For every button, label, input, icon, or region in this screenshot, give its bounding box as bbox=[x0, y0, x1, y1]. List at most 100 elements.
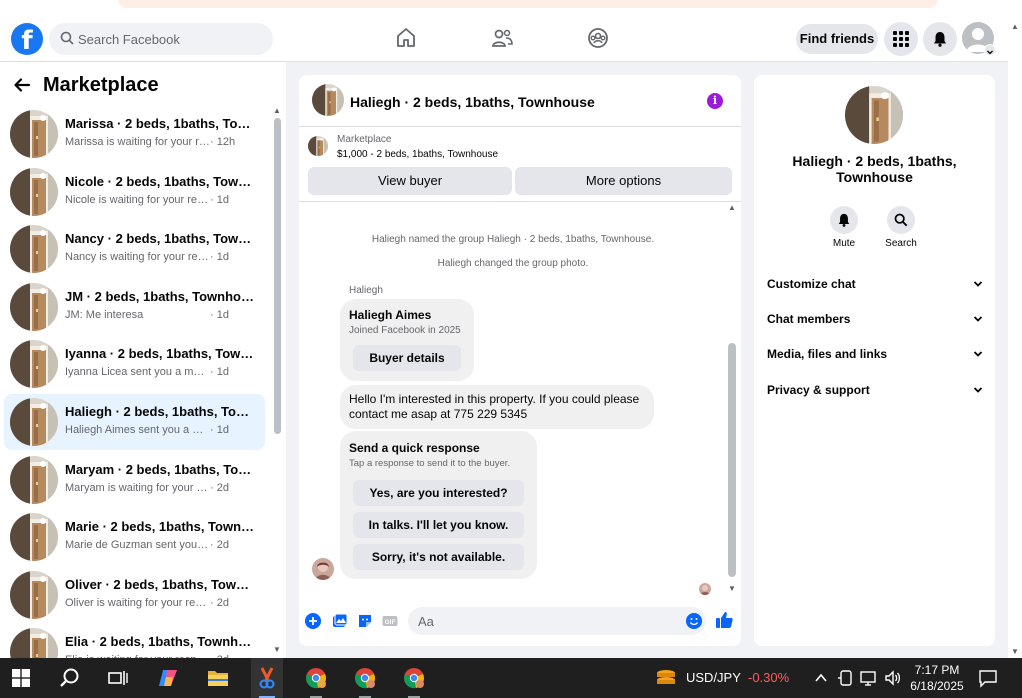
thumbs-up-icon[interactable] bbox=[714, 610, 734, 630]
mute-label: Mute bbox=[832, 238, 856, 249]
find-friends-button[interactable]: Find friends bbox=[796, 24, 878, 54]
view-buyer-button[interactable]: View buyer bbox=[308, 167, 512, 195]
listing-source-label: Marketplace bbox=[337, 134, 392, 145]
search-action[interactable]: Search bbox=[876, 206, 926, 249]
conversation-item[interactable]: JM · 2 beds, 1baths, Townhouse JM: Me int… bbox=[4, 279, 265, 335]
meet-now-icon[interactable] bbox=[838, 669, 854, 687]
listing-detail[interactable]: $1,000 - 2 beds, 1baths, Townhouse bbox=[337, 149, 498, 160]
copilot-button[interactable] bbox=[152, 658, 184, 698]
page-scrollbar[interactable]: ▲ ▼ bbox=[1008, 18, 1022, 658]
conversation-time: · 1d bbox=[210, 251, 229, 264]
conversation-title: Oliver · 2 beds, 1baths, Townho... bbox=[65, 576, 255, 592]
section-chat-members[interactable]: Chat members bbox=[767, 310, 983, 330]
thread-scroll-down[interactable]: ▼ bbox=[728, 584, 736, 593]
info-icon[interactable]: i bbox=[707, 93, 723, 109]
copilot-icon bbox=[159, 670, 177, 686]
taskbar-search-button[interactable] bbox=[54, 658, 86, 698]
notification-center-icon[interactable] bbox=[978, 668, 998, 688]
listing-thumbnail[interactable] bbox=[308, 136, 328, 156]
more-options-button[interactable]: More options bbox=[515, 167, 732, 195]
section-privacy-support[interactable]: Privacy & support bbox=[767, 381, 983, 401]
chevron-down-icon bbox=[987, 50, 993, 55]
section-label: Media, files and links bbox=[767, 347, 888, 361]
conversation-item[interactable]: Marissa · 2 beds, 1baths, Townh... Mariss… bbox=[4, 106, 265, 162]
conversation-item[interactable]: Nicole · 2 beds, 1baths, Townho... Nicole… bbox=[4, 164, 265, 220]
back-arrow-icon[interactable] bbox=[13, 76, 31, 94]
conversation-preview: Nancy is waiting for your response. bbox=[65, 251, 210, 264]
conversation-time: · 12h bbox=[210, 136, 236, 148]
message-input[interactable]: Aa bbox=[408, 607, 706, 635]
start-button[interactable] bbox=[8, 658, 38, 698]
system-clock[interactable]: 7:17 PM 6/18/2025 bbox=[904, 662, 970, 694]
search-icon bbox=[894, 213, 908, 227]
gif-icon[interactable]: GIF bbox=[382, 613, 398, 629]
facebook-logo[interactable]: f bbox=[11, 23, 43, 55]
conversation-preview: Marie de Guzman sent you a mess... bbox=[65, 539, 210, 552]
search-conversation-button[interactable] bbox=[887, 206, 915, 234]
menu-button[interactable] bbox=[884, 22, 918, 56]
section-customize-chat[interactable]: Customize chat bbox=[767, 275, 983, 295]
conversation-title: Nancy · 2 beds, 1baths, Townho... bbox=[65, 231, 255, 247]
conversation-item[interactable]: Marie · 2 beds, 1baths, Townhou... Marie … bbox=[4, 509, 265, 565]
conversation-item[interactable]: Haliegh · 2 beds, 1baths, Townh... Halieg… bbox=[4, 394, 265, 450]
market-widget[interactable] bbox=[652, 658, 682, 698]
network-icon[interactable] bbox=[860, 669, 878, 687]
conversation-item[interactable]: Nancy · 2 beds, 1baths, Townho... Nancy i… bbox=[4, 221, 265, 277]
notifications-button[interactable] bbox=[923, 22, 957, 56]
emoji-icon[interactable] bbox=[686, 613, 702, 629]
volume-icon[interactable] bbox=[884, 669, 902, 687]
thread-scroll-up[interactable]: ▲ bbox=[728, 203, 736, 212]
conversation-thumbnail bbox=[10, 340, 58, 389]
sidebar-scrollbar[interactable]: ▲ ▼ bbox=[273, 106, 282, 654]
task-view-button[interactable] bbox=[102, 658, 134, 698]
photo-icon[interactable] bbox=[332, 613, 348, 629]
thread-scrollbar[interactable]: ▲ ▼ bbox=[727, 203, 737, 593]
section-media-files-links[interactable]: Media, files and links bbox=[767, 345, 983, 365]
chevron-down-icon bbox=[973, 281, 983, 287]
ticker-change[interactable]: -0.30% bbox=[748, 670, 789, 685]
file-explorer-button[interactable] bbox=[202, 658, 234, 698]
conversation-thumbnail bbox=[10, 167, 58, 216]
chrome-button-3[interactable] bbox=[398, 658, 430, 698]
mute-button[interactable] bbox=[830, 206, 858, 234]
conversation-time: · 1d bbox=[210, 193, 229, 206]
sender-avatar[interactable] bbox=[312, 558, 334, 580]
sidebar-scroll-thumb[interactable] bbox=[274, 118, 281, 434]
buyer-details-button[interactable]: Buyer details bbox=[353, 345, 461, 371]
home-icon[interactable] bbox=[394, 26, 418, 50]
sticker-icon[interactable] bbox=[357, 613, 373, 629]
sidebar-scroll-up[interactable]: ▲ bbox=[273, 106, 281, 115]
quick-response-option[interactable]: In talks. I'll let you know. bbox=[353, 512, 524, 538]
account-chevron[interactable] bbox=[984, 44, 996, 56]
sender-name: Haliegh bbox=[349, 285, 383, 296]
plus-icon[interactable] bbox=[305, 613, 321, 629]
conversation-item[interactable]: Maryam · 2 beds, 1baths, Townh... Maryam … bbox=[4, 452, 265, 508]
details-listing-photo[interactable] bbox=[845, 86, 903, 144]
snipping-tool-button[interactable] bbox=[251, 658, 283, 698]
chat-title[interactable]: Haliegh · 2 beds, 1baths, Townhouse bbox=[350, 94, 595, 110]
mute-action[interactable]: Mute bbox=[819, 206, 869, 249]
chevron-down-icon bbox=[973, 387, 983, 393]
chevron-down-icon bbox=[973, 316, 983, 322]
quick-response-option[interactable]: Yes, are you interested? bbox=[353, 480, 524, 506]
groups-icon[interactable] bbox=[586, 26, 610, 50]
scroll-down-arrow[interactable]: ▼ bbox=[1011, 647, 1019, 656]
chrome-icon bbox=[404, 668, 424, 689]
sidebar-scroll-down[interactable]: ▼ bbox=[273, 645, 281, 654]
chat-listing-thumbnail[interactable] bbox=[312, 84, 344, 116]
friends-icon[interactable] bbox=[490, 26, 514, 50]
chrome-button-2[interactable] bbox=[349, 658, 381, 698]
conversation-item[interactable]: Oliver · 2 beds, 1baths, Townho... Oliver… bbox=[4, 567, 265, 623]
windows-taskbar: USD/JPY -0.30% 7:17 PM 6/18/2025 bbox=[0, 658, 1022, 698]
conversation-item[interactable]: Elia · 2 beds, 1baths, TownhouseElia is … bbox=[4, 624, 265, 658]
chevron-up-icon[interactable] bbox=[814, 671, 828, 685]
ticker-name[interactable]: USD/JPY bbox=[686, 670, 741, 685]
scroll-up-arrow[interactable]: ▲ bbox=[1011, 22, 1019, 31]
conversation-time: · 2d bbox=[210, 481, 229, 494]
conversation-item[interactable]: Iyanna · 2 beds, 1baths, Townho... Iyanna… bbox=[4, 336, 265, 392]
chrome-button-1[interactable] bbox=[300, 658, 332, 698]
search-input[interactable]: Search Facebook bbox=[49, 23, 273, 55]
quick-response-option[interactable]: Sorry, it's not available. bbox=[353, 544, 524, 570]
thread-scroll-thumb[interactable] bbox=[728, 343, 736, 577]
section-label: Privacy & support bbox=[767, 383, 870, 397]
